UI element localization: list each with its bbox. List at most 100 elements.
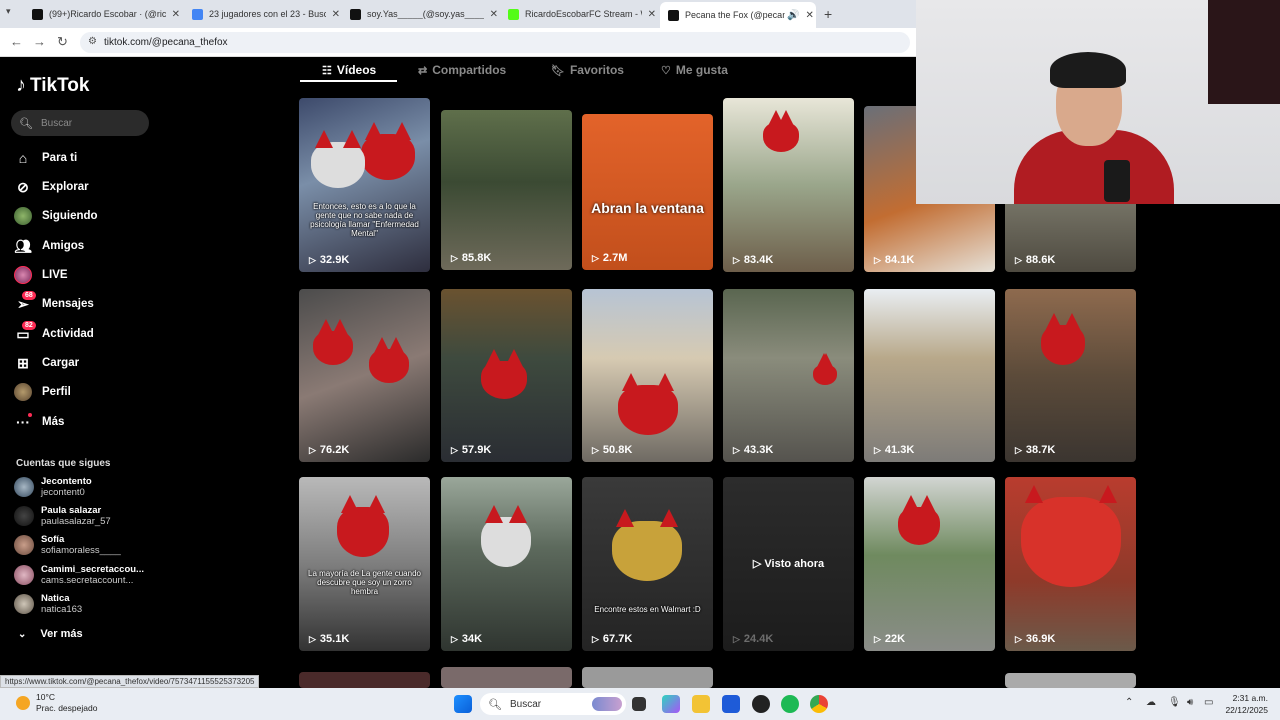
video-card[interactable]: Abran la ventana ▷ 2.7M <box>582 114 713 270</box>
view-count: ▷ 50.8K <box>592 444 632 456</box>
chevron-up-icon[interactable]: ⌃ <box>1125 697 1133 708</box>
video-card[interactable]: ▷ 57.9K <box>441 289 572 462</box>
account-handle: jecontent0 <box>41 487 85 498</box>
browser-tab-active[interactable]: Pecana the Fox (@pecana_t 🔊 ✕ <box>660 2 816 28</box>
chrome-icon[interactable] <box>810 695 828 713</box>
sidebar-item-amigos[interactable]: 👥︎ Amigos <box>14 235 84 257</box>
tab-me-gusta[interactable]: ♡ Me gusta <box>661 60 728 80</box>
avatar <box>14 565 34 585</box>
windows-start-icon[interactable] <box>454 695 472 713</box>
browser-tab[interactable]: (99+)Ricardo Escobar · (@ric ✕ <box>24 4 180 24</box>
file-explorer-icon[interactable] <box>692 695 710 713</box>
tiktok-logo[interactable]: ♪ TikTok <box>16 74 89 97</box>
video-card[interactable] <box>582 667 713 688</box>
sidebar-item-mensajes[interactable]: ➢ 68 Mensajes <box>14 291 94 315</box>
account-handle: sofiamoraless____ <box>41 545 121 556</box>
sidebar-item-perfil[interactable]: Perfil <box>14 381 71 403</box>
sidebar-item-siguiendo[interactable]: Siguiendo <box>14 205 98 227</box>
tab-list-dropdown-icon[interactable]: ▾ <box>6 6 20 20</box>
following-account[interactable]: Natica natica163 <box>14 593 82 615</box>
fox-mask-shape <box>361 122 415 180</box>
video-card[interactable]: La mayoría de La gente cuando descubre q… <box>299 477 430 651</box>
sidebar-item-actividad[interactable]: ▭ 82 Actividad <box>14 321 94 345</box>
browser-tab[interactable]: RicardoEscobarFC Stream - Wa ✕ <box>500 4 656 24</box>
video-card[interactable]: ▷ 85.8K <box>441 110 572 270</box>
sidebar-item-label: Más <box>42 416 65 428</box>
video-card[interactable]: Encontre estos en Walmart :D ▷ 67.7K <box>582 477 713 651</box>
video-card[interactable] <box>441 667 572 688</box>
avatar <box>14 506 34 526</box>
reload-icon[interactable]: ↻ <box>57 34 68 50</box>
video-card[interactable]: ▷ 43.3K <box>723 289 854 462</box>
video-card[interactable]: ▷ Visto ahora ▷ 24.4K <box>723 477 854 651</box>
upload-icon: ⊞ <box>17 354 29 371</box>
forward-icon[interactable]: → <box>33 34 46 49</box>
taskbar-search-placeholder: Buscar <box>509 698 542 710</box>
close-tab-icon[interactable]: ✕ <box>805 10 813 21</box>
close-tab-icon[interactable]: ✕ <box>490 9 498 20</box>
following-account[interactable]: Sofía sofiamoraless____ <box>14 534 121 556</box>
google-favicon-icon <box>192 8 203 20</box>
search-placeholder: Buscar <box>40 117 73 129</box>
tab-favoritos[interactable]: 🔖︎ Favoritos <box>551 60 624 80</box>
view-count: ▷ 57.9K <box>451 444 491 456</box>
system-clock[interactable]: 2:31 a.m. 22/12/2025 <box>1225 692 1268 716</box>
sidebar-item-live[interactable]: LIVE <box>14 264 68 286</box>
copilot-icon[interactable] <box>662 695 680 713</box>
url-field[interactable]: ⚙ tiktok.com/@pecana_thefox <box>80 32 910 53</box>
fox-mask-shape <box>481 505 531 567</box>
video-card[interactable]: ▷ 41.3K <box>864 289 995 462</box>
search-icon: 🔍︎ <box>19 117 33 130</box>
obs-icon[interactable] <box>752 695 770 713</box>
speaker-icon[interactable]: 🔊 <box>787 10 799 21</box>
view-count-text: 76.2K <box>319 444 350 456</box>
video-card[interactable]: ▷ 76.2K <box>299 289 430 462</box>
play-icon: ▷ <box>592 252 599 263</box>
following-section-title: Cuentas que sigues <box>16 458 111 469</box>
taskbar-search-input[interactable]: 🔍︎ Buscar <box>480 693 626 715</box>
battery-icon[interactable]: ▭ <box>1204 697 1213 708</box>
task-view-icon[interactable] <box>632 697 646 711</box>
video-card[interactable]: ▷ 22K <box>864 477 995 651</box>
video-card[interactable] <box>1005 673 1136 688</box>
close-tab-icon[interactable]: ✕ <box>332 9 340 20</box>
video-card[interactable]: Entonces, esto es a lo que la gente que … <box>299 98 430 272</box>
browser-tab[interactable]: 23 jugadores con el 23 - Busca ✕ <box>184 4 340 24</box>
fox-mask-shape <box>1021 485 1121 587</box>
browser-tab[interactable]: soy.Yas_____(@soy.yas_____) | ✕ <box>342 4 498 24</box>
close-tab-icon[interactable]: ✕ <box>172 9 180 20</box>
sidebar-item-explorar[interactable]: ⊘ Explorar <box>14 176 89 198</box>
microphone-icon[interactable]: 🎙︎ <box>1168 697 1181 708</box>
tab-videos[interactable]: ☷ Vídeos <box>322 60 376 80</box>
headset-shape <box>1104 160 1130 202</box>
new-tab-icon[interactable]: + <box>824 6 832 22</box>
video-card[interactable]: ▷ 38.7K <box>1005 289 1136 462</box>
weather-widget[interactable]: 10°C Prac. despejado <box>16 692 97 714</box>
store-icon[interactable] <box>722 695 740 713</box>
following-account[interactable]: Paula salazar paulasalazar_57 <box>14 505 111 527</box>
video-card[interactable]: ▷ 36.9K <box>1005 477 1136 651</box>
video-card[interactable]: ▷ 50.8K <box>582 289 713 462</box>
video-card[interactable]: ▷ 34K <box>441 477 572 651</box>
search-input[interactable]: 🔍︎ Buscar <box>11 110 149 136</box>
play-icon: ▷ <box>733 633 740 644</box>
back-icon[interactable]: ← <box>10 34 23 49</box>
sidebar-item-mas[interactable]: ··· Más <box>14 411 64 433</box>
tab-compartidos[interactable]: ⇄ Compartidos <box>418 60 506 80</box>
network-icon[interactable]: ☁︎ <box>1146 697 1156 708</box>
active-tab-indicator <box>300 80 397 82</box>
spotify-icon[interactable] <box>781 695 799 713</box>
sidebar-item-para-ti[interactable]: ⌂ Para ti <box>14 147 77 169</box>
account-name: Camimi_secretaccou... <box>41 564 144 575</box>
tiktok-favicon-icon <box>32 8 43 20</box>
close-tab-icon[interactable]: ✕ <box>648 9 656 20</box>
video-card[interactable]: ▷ 83.4K <box>723 98 854 272</box>
sidebar-item-cargar[interactable]: ⊞ Cargar <box>14 352 79 374</box>
site-info-icon[interactable]: ⚙ <box>88 36 97 47</box>
kick-favicon-icon <box>508 8 519 20</box>
following-account[interactable]: Camimi_secretaccou... cams.secretaccount.… <box>14 564 144 586</box>
volume-icon[interactable]: 🔊︎ <box>1187 697 1193 708</box>
see-more-button[interactable]: ⌄ Ver más <box>18 628 83 640</box>
following-account[interactable]: Jecontento jecontent0 <box>14 476 92 498</box>
video-card[interactable] <box>299 672 430 688</box>
